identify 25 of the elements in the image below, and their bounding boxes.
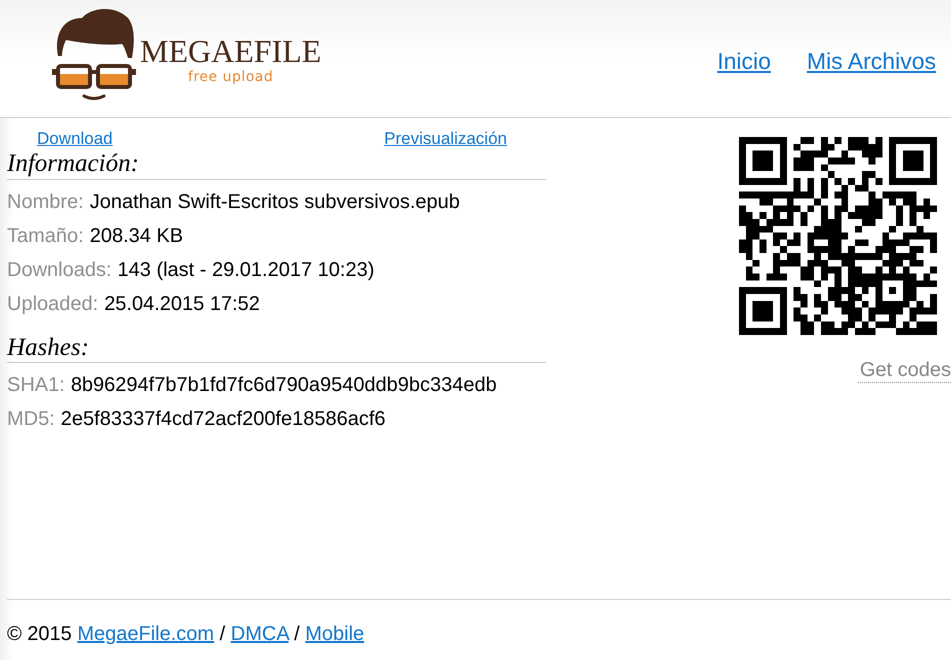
field-value: 208.34 KB [90, 225, 184, 247]
field-label: Downloads: [7, 259, 112, 281]
field-value: 2e5f83337f4cd72acf200fe18586acf6 [60, 408, 386, 430]
section-heading: Información: [7, 149, 139, 179]
field-label: Nombre: [7, 191, 84, 213]
field-label: Tamaño: [7, 225, 84, 247]
field-label: SHA1: [7, 374, 65, 396]
footer-link[interactable]: Mobile [305, 623, 364, 645]
footer-link[interactable]: MegaeFile.com [77, 623, 214, 645]
footer-link[interactable]: DMCA [230, 623, 289, 645]
preview-link[interactable]: Previsualización [384, 129, 507, 149]
field-value: 8b96294f7b7b1fd7fc6d790a9540ddb9bc334edb [70, 374, 497, 396]
field-value: 143 (last - 29.01.2017 10:23) [118, 259, 374, 281]
get-codes-link[interactable]: Get codes [858, 358, 951, 383]
field-value: 25.04.2015 17:52 [104, 293, 260, 315]
download-link[interactable]: Download [37, 129, 113, 149]
logo-name: MEGAEFILE [140, 34, 322, 68]
field-label: MD5: [7, 408, 55, 430]
field-label: Uploaded: [7, 293, 98, 315]
logo-tagline: free upload [188, 68, 274, 86]
footer-text: © 2015 MegaeFile.com / DMCA / Mobile [7, 622, 364, 646]
field-value: Jonathan Swift-Escritos subversivos.epub [90, 191, 460, 213]
section-heading: Hashes: [7, 334, 89, 362]
nav-link[interactable]: Mis Archivos [806, 47, 936, 75]
nav-link[interactable]: Inicio [717, 47, 771, 75]
